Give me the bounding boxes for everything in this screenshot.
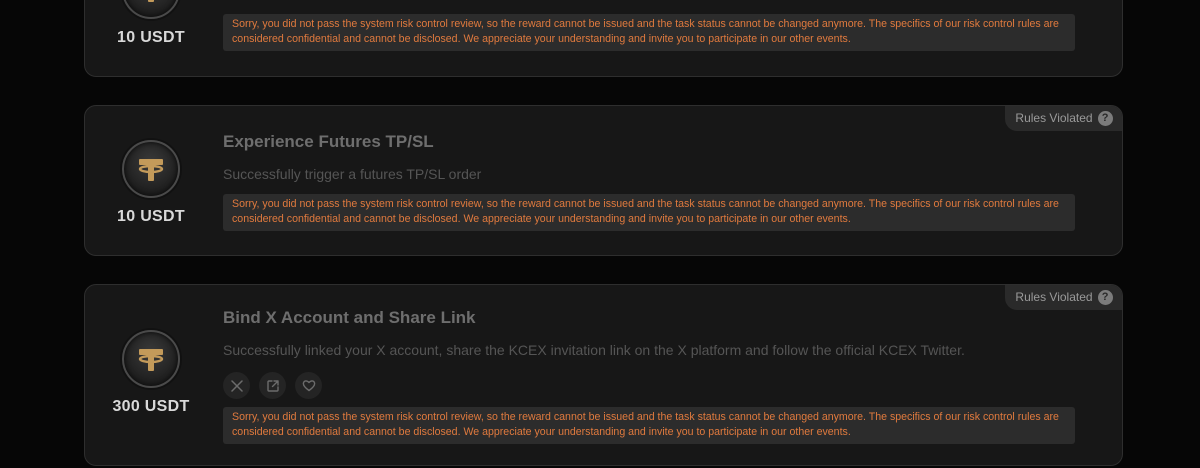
reward-block: 10 USDT xyxy=(85,0,217,47)
risk-warning: Sorry, you did not pass the system risk … xyxy=(223,14,1075,51)
social-actions xyxy=(223,372,322,399)
task-description: Successfully linked your X account, shar… xyxy=(223,342,965,358)
share-icon xyxy=(266,379,279,392)
usdt-coin-icon xyxy=(122,330,180,388)
usdt-coin-icon xyxy=(122,140,180,198)
help-icon[interactable]: ? xyxy=(1097,289,1113,305)
help-icon[interactable]: ? xyxy=(1097,110,1113,126)
heart-icon xyxy=(302,380,315,392)
task-title: Bind X Account and Share Link xyxy=(223,308,476,327)
x-share-button[interactable] xyxy=(223,372,250,399)
status-badge[interactable]: Rules Violated ? xyxy=(1005,106,1122,131)
reward-amount: 10 USDT xyxy=(117,208,185,225)
status-badge-label: Rules Violated xyxy=(1015,111,1093,125)
task-description: Successfully trigger a futures TP/SL ord… xyxy=(223,166,482,182)
reward-block: 10 USDT xyxy=(85,140,217,226)
task-card: Rules Violated ? 10 USDT Experience Futu… xyxy=(84,105,1123,256)
risk-warning: Sorry, you did not pass the system risk … xyxy=(223,194,1075,231)
risk-warning: Sorry, you did not pass the system risk … xyxy=(223,407,1075,444)
task-card: Rules Violated ? 300 USDT Bind X Account… xyxy=(84,284,1123,466)
x-icon xyxy=(230,379,243,392)
reward-block: 300 USDT xyxy=(85,330,217,416)
share-link-button[interactable] xyxy=(259,372,286,399)
task-card: 10 USDT Sorry, you did not pass the syst… xyxy=(84,0,1123,77)
usdt-coin-icon xyxy=(122,0,180,19)
status-badge-label: Rules Violated xyxy=(1015,290,1093,304)
reward-amount: 300 USDT xyxy=(112,398,190,415)
task-title: Experience Futures TP/SL xyxy=(223,132,434,151)
follow-button[interactable] xyxy=(295,372,322,399)
status-badge[interactable]: Rules Violated ? xyxy=(1005,285,1122,310)
reward-amount: 10 USDT xyxy=(117,29,185,46)
